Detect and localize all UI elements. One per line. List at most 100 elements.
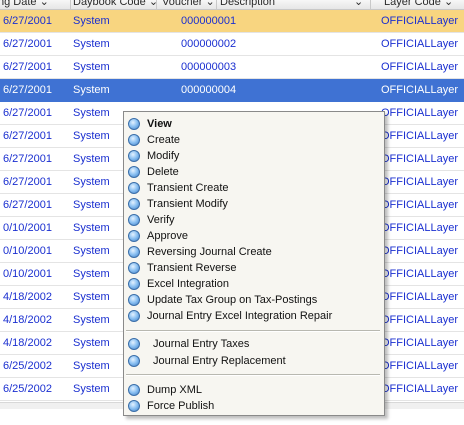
menu-item-view[interactable]: View (124, 116, 384, 132)
gear-sphere-icon (128, 134, 140, 146)
layer-code-cell: OFFICIALLayer (381, 153, 459, 165)
menu-item-label: Reversing Journal Create (147, 246, 272, 258)
date-cell: 6/25/2002 (3, 383, 52, 395)
menu-item-label: Transient Reverse (147, 262, 237, 274)
layer-code-cell: OFFICIALLayer (381, 84, 459, 96)
column-divider[interactable] (216, 0, 217, 9)
menu-item-label: View (147, 118, 172, 130)
layer-code-cell: OFFICIALLayer (381, 176, 459, 188)
menu-item-update-tax-group-on-tax-postings[interactable]: Update Tax Group on Tax-Postings (124, 292, 384, 308)
menu-item-transient-reverse[interactable]: Transient Reverse (124, 260, 384, 276)
gear-sphere-icon (128, 230, 140, 242)
voucher-cell: 000000002 (181, 38, 237, 50)
menu-item-label: Journal Entry Excel Integration Repair (147, 310, 333, 322)
date-cell: 0/10/2001 (3, 245, 52, 257)
date-cell: 6/27/2001 (3, 199, 52, 211)
date-cell: 6/27/2001 (3, 130, 52, 142)
voucher-cell: 000000001 (181, 15, 237, 27)
menu-item-label: Journal Entry Replacement (153, 355, 286, 367)
column-header-posting-date[interactable]: ng Date ⌄ (0, 0, 49, 9)
menu-item-dump-xml[interactable]: Dump XML (124, 382, 384, 398)
context-menu: View Create Modify Delete Transient Create Tr… (123, 111, 385, 416)
gear-sphere-icon (128, 182, 140, 194)
gear-sphere-icon (128, 278, 140, 290)
column-header-description[interactable]: Description (220, 0, 275, 9)
layer-code-cell: OFFICIALLayer (381, 107, 459, 119)
layer-code-cell: OFFICIALLayer (381, 383, 459, 395)
daybook-cell: System (73, 15, 110, 27)
menu-item-transient-modify[interactable]: Transient Modify (124, 196, 384, 212)
gear-sphere-icon (128, 294, 140, 306)
menu-item-label: Modify (147, 150, 180, 162)
column-header-layer-code[interactable]: Layer Code ⌄ (384, 0, 453, 9)
menu-item-label: Approve (147, 230, 188, 242)
layer-code-cell: OFFICIALLayer (381, 314, 459, 326)
daybook-cell: System (73, 199, 110, 211)
menu-item-label: Verify (147, 214, 175, 226)
date-cell: 6/27/2001 (3, 61, 52, 73)
daybook-cell: System (73, 268, 110, 280)
column-header-daybook-code[interactable]: Daybook Code ⌄ (73, 0, 158, 9)
layer-code-cell: OFFICIALLayer (381, 222, 459, 234)
menu-item-journal-entry-replacement[interactable]: Journal Entry Replacement (124, 353, 384, 369)
daybook-cell: System (73, 61, 110, 73)
layer-code-cell: OFFICIALLayer (381, 199, 459, 211)
column-divider[interactable] (156, 0, 157, 9)
gear-sphere-icon (128, 246, 140, 258)
daybook-cell: System (73, 38, 110, 50)
table-row[interactable]: 6/27/2001 System 000000001 OFFICIALLayer (0, 10, 464, 33)
gear-sphere-icon (128, 198, 140, 210)
column-header-voucher[interactable]: Voucher ⌄ (162, 0, 215, 9)
date-cell: 6/27/2001 (3, 153, 52, 165)
gear-sphere-icon (128, 150, 140, 162)
date-cell: 6/25/2002 (3, 360, 52, 372)
menu-item-transient-create[interactable]: Transient Create (124, 180, 384, 196)
date-cell: 4/18/2002 (3, 337, 52, 349)
daybook-cell: System (73, 107, 110, 119)
menu-item-excel-integration[interactable]: Excel Integration (124, 276, 384, 292)
layer-code-cell: OFFICIALLayer (381, 61, 459, 73)
menu-item-create[interactable]: Create (124, 132, 384, 148)
sort-arrow-icon[interactable]: ⌄ (354, 0, 363, 9)
gear-sphere-icon (128, 214, 140, 226)
voucher-cell: 000000004 (181, 84, 237, 96)
menu-item-force-publish[interactable]: Force Publish (124, 398, 384, 414)
daybook-cell: System (73, 245, 110, 257)
table-row[interactable]: 6/27/2001 System 000000002 OFFICIALLayer (0, 33, 464, 56)
gear-sphere-icon (128, 338, 140, 350)
daybook-cell: System (73, 130, 110, 142)
menu-item-approve[interactable]: Approve (124, 228, 384, 244)
daybook-cell: System (73, 383, 110, 395)
menu-item-delete[interactable]: Delete (124, 164, 384, 180)
menu-item-journal-entry-excel-integration-repair[interactable]: Journal Entry Excel Integration Repair (124, 308, 384, 324)
menu-item-label: Update Tax Group on Tax-Postings (147, 294, 318, 306)
menu-item-label: Transient Create (147, 182, 229, 194)
menu-item-label: Dump XML (147, 384, 203, 396)
menu-item-label: Transient Modify (147, 198, 228, 210)
menu-item-journal-entry-taxes[interactable]: Journal Entry Taxes (124, 336, 384, 352)
table-row[interactable]: 6/27/2001 System 000000003 OFFICIALLayer (0, 56, 464, 79)
menu-item-verify[interactable]: Verify (124, 212, 384, 228)
grid-header: ng Date ⌄ Daybook Code ⌄ Voucher ⌄ Descr… (0, 0, 464, 10)
date-cell: 0/10/2001 (3, 222, 52, 234)
menu-item-reversing-journal-create[interactable]: Reversing Journal Create (124, 244, 384, 260)
daybook-cell: System (73, 314, 110, 326)
date-cell: 6/27/2001 (3, 176, 52, 188)
daybook-cell: System (73, 176, 110, 188)
date-cell: 0/10/2001 (3, 268, 52, 280)
daybook-cell: System (73, 360, 110, 372)
column-divider[interactable] (370, 0, 371, 9)
menu-item-label: Journal Entry Taxes (153, 338, 250, 350)
layer-code-cell: OFFICIALLayer (381, 38, 459, 50)
table-row[interactable]: 6/27/2001 System 000000004 OFFICIALLayer (0, 79, 464, 102)
menu-item-modify[interactable]: Modify (124, 148, 384, 164)
date-cell: 4/18/2002 (3, 314, 52, 326)
column-divider[interactable] (70, 0, 71, 9)
gear-sphere-icon (128, 262, 140, 274)
layer-code-cell: OFFICIALLayer (381, 268, 459, 280)
date-cell: 6/27/2001 (3, 38, 52, 50)
daybook-cell: System (73, 291, 110, 303)
date-cell: 6/27/2001 (3, 107, 52, 119)
gear-sphere-icon (128, 355, 140, 367)
menu-separator (126, 330, 380, 332)
